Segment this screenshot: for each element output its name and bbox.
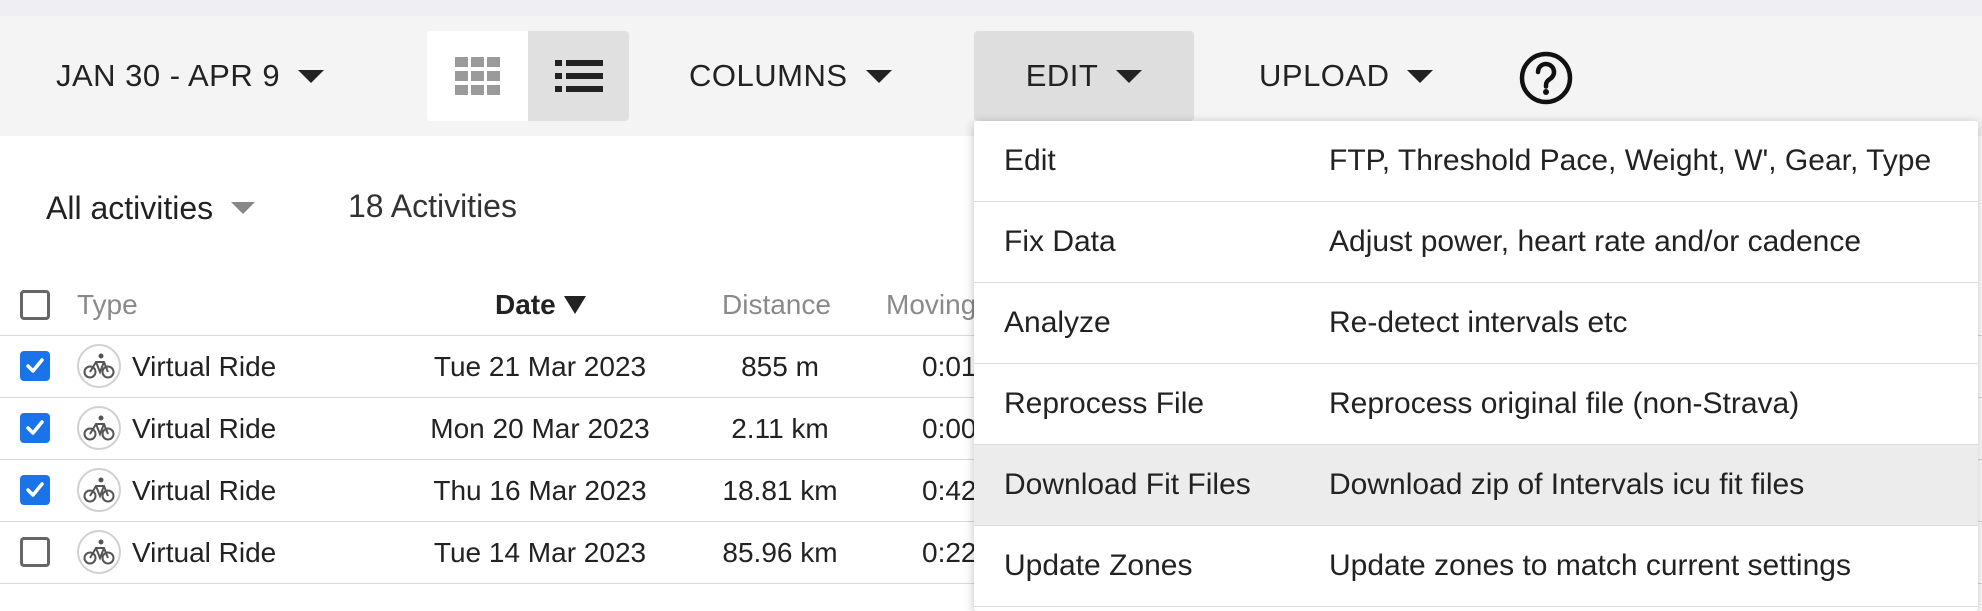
distance-cell: 85.96 km [722,536,838,568]
menu-item-edit[interactable]: Edit FTP, Threshold Pace, Weight, W', Ge… [974,121,1978,202]
help-icon[interactable] [1518,50,1574,106]
columns-dropdown[interactable]: COLUMNS [689,31,892,121]
type-cell: Virtual Ride [132,536,277,568]
moving-time-cell: 0:00 [922,412,977,444]
type-cell: Virtual Ride [132,474,277,506]
row-checkbox[interactable] [20,351,50,381]
sort-descending-icon [563,296,586,314]
columns-label: COLUMNS [689,58,848,93]
list-view-button[interactable] [528,31,629,121]
menu-item-label: Update Zones [1004,549,1193,582]
top-edge [0,0,1982,16]
moving-time-cell: 0:22 [922,536,977,568]
bicycle-icon [77,406,121,450]
edit-label: EDIT [1025,58,1099,93]
bicycle-icon [77,468,121,512]
moving-time-cell: 0:42 [922,474,977,506]
row-checkbox[interactable] [20,475,50,505]
activity-count: 18 Activities [348,187,517,224]
distance-cell: 855 m [741,350,819,382]
menu-item-description: Adjust power, heart rate and/or cadence [1329,225,1862,258]
bicycle-icon [77,530,121,574]
select-all-checkbox[interactable] [20,290,50,320]
column-header-date-label: Date [495,289,556,320]
chevron-down-icon [865,69,892,83]
distance-cell: 18.81 km [722,474,838,506]
view-toggle [427,31,629,121]
menu-item-update-zones[interactable]: Update Zones Update zones to match curre… [974,526,1978,607]
type-cell: Virtual Ride [132,412,277,444]
edit-dropdown[interactable]: EDIT [974,31,1194,121]
row-checkbox[interactable] [20,413,50,443]
activity-filter-dropdown[interactable]: All activities [46,180,256,236]
menu-item-description: FTP, Threshold Pace, Weight, W', Gear, T… [1329,144,1932,177]
menu-item-analyze[interactable]: Analyze Re-detect intervals etc [974,283,1978,364]
grid-view-icon [454,57,500,95]
column-header-type[interactable]: Type [77,275,138,335]
menu-item-reprocess-file[interactable]: Reprocess File Reprocess original file (… [974,364,1978,445]
upload-label: UPLOAD [1259,58,1390,93]
chevron-down-icon [298,69,325,83]
upload-dropdown[interactable]: UPLOAD [1259,31,1434,121]
menu-item-label: Download Fit Files [1004,468,1251,501]
menu-item-description: Download zip of Intervals icu fit files [1329,468,1805,501]
distance-cell: 2.11 km [731,412,829,444]
menu-item-label: Analyze [1004,306,1111,339]
chevron-down-icon [1407,69,1434,83]
type-cell: Virtual Ride [132,350,277,382]
date-cell: Thu 16 Mar 2023 [433,474,647,506]
chevron-down-icon [231,202,256,214]
column-header-distance[interactable]: Distance [722,275,831,335]
row-checkbox[interactable] [20,537,50,567]
chevron-down-icon [1116,69,1143,83]
date-range-label: JAN 30 - APR 9 [56,58,281,93]
bicycle-icon [77,344,121,388]
date-range-dropdown[interactable]: JAN 30 - APR 9 [56,31,325,121]
column-header-date[interactable]: Date [495,275,586,335]
moving-time-cell: 0:01 [922,350,977,382]
list-view-icon [554,60,603,92]
date-cell: Tue 21 Mar 2023 [433,350,647,382]
menu-item-description: Reprocess original file (non-Strava) [1329,387,1800,420]
date-cell: Mon 20 Mar 2023 [430,412,650,444]
menu-item-fix-data[interactable]: Fix Data Adjust power, heart rate and/or… [974,202,1978,283]
edit-menu: Edit FTP, Threshold Pace, Weight, W', Ge… [974,121,1978,611]
menu-item-label: Fix Data [1004,225,1116,258]
date-cell: Tue 14 Mar 2023 [433,536,647,568]
menu-item-download-fit-files[interactable]: Download Fit Files Download zip of Inter… [974,445,1978,526]
menu-item-description: Re-detect intervals etc [1329,306,1628,339]
menu-item-label: Reprocess File [1004,387,1205,420]
menu-item-description: Update zones to match current settings [1329,549,1851,582]
column-header-moving[interactable]: Moving [886,275,976,335]
activity-filter-label: All activities [46,189,214,226]
menu-item-label: Edit [1004,144,1056,177]
grid-view-button[interactable] [427,31,528,121]
